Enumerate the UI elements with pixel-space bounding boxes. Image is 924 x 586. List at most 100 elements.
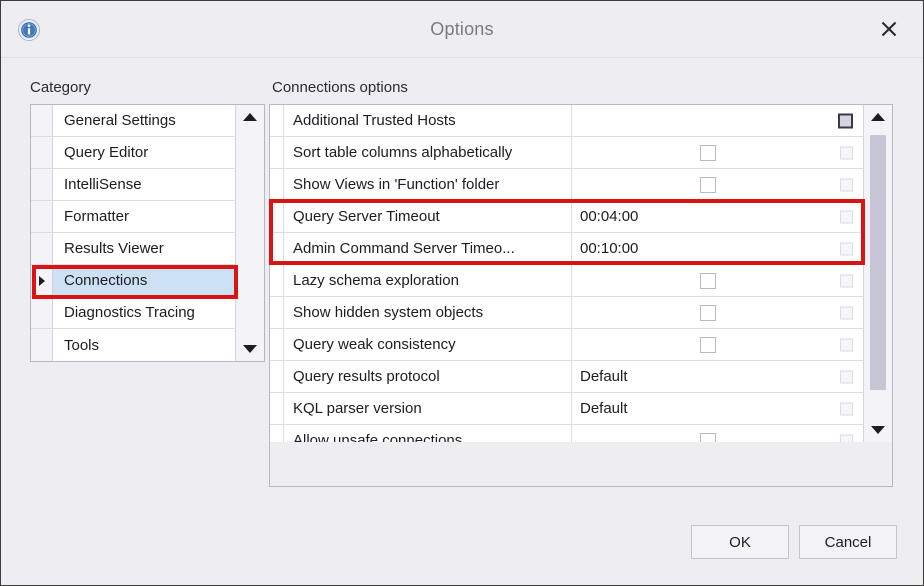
category-item[interactable]: General Settings — [31, 105, 235, 137]
option-name: Additional Trusted Hosts — [284, 105, 572, 136]
category-item-label: Tools — [53, 329, 235, 361]
option-value-text: 00:10:00 — [580, 240, 638, 257]
category-item[interactable]: Diagnostics Tracing — [31, 297, 235, 329]
option-checkbox[interactable] — [700, 305, 716, 321]
scroll-up-arrow[interactable] — [236, 105, 265, 129]
option-row[interactable]: Show Views in 'Function' folder — [270, 169, 863, 201]
option-name: Query Server Timeout — [284, 201, 572, 232]
option-name: Query weak consistency — [284, 329, 572, 360]
scroll-up-arrow[interactable] — [864, 105, 893, 129]
category-item[interactable]: Results Viewer — [31, 233, 235, 265]
option-value-cell[interactable] — [572, 105, 863, 136]
option-name: Show Views in 'Function' folder — [284, 169, 572, 200]
row-gutter — [31, 137, 53, 168]
row-gutter — [31, 329, 53, 361]
options-scroll-track[interactable] — [864, 129, 893, 418]
option-value-cell[interactable]: 00:10:00 — [572, 233, 863, 264]
category-item-label: Diagnostics Tracing — [53, 297, 235, 328]
scroll-down-arrow[interactable] — [864, 418, 893, 442]
row-gutter — [270, 265, 284, 296]
option-value-cell[interactable]: 00:04:00 — [572, 201, 863, 232]
options-scrollbar[interactable] — [863, 105, 892, 442]
option-row[interactable]: Query results protocolDefault — [270, 361, 863, 393]
option-editor-button[interactable] — [840, 274, 853, 287]
category-item[interactable]: Connections — [31, 265, 235, 297]
option-value-cell[interactable] — [572, 297, 863, 328]
row-gutter — [31, 169, 53, 200]
option-row[interactable]: Additional Trusted Hosts — [270, 105, 863, 137]
option-name: Show hidden system objects — [284, 297, 572, 328]
option-checkbox[interactable] — [700, 433, 716, 443]
option-editor-button[interactable] — [840, 370, 853, 383]
option-row[interactable]: Sort table columns alphabetically — [270, 137, 863, 169]
row-gutter — [270, 105, 284, 136]
option-value-text: Default — [580, 368, 628, 385]
row-gutter — [270, 233, 284, 264]
options-panel: Additional Trusted HostsSort table colum… — [269, 104, 893, 487]
close-icon[interactable] — [867, 11, 911, 47]
category-item[interactable]: Formatter — [31, 201, 235, 233]
cancel-button[interactable]: Cancel — [799, 525, 897, 559]
row-gutter — [270, 169, 284, 200]
ok-button[interactable]: OK — [691, 525, 789, 559]
options-list[interactable]: Additional Trusted HostsSort table colum… — [270, 105, 863, 442]
option-row[interactable]: Lazy schema exploration — [270, 265, 863, 297]
option-checkbox[interactable] — [700, 337, 716, 353]
option-row[interactable]: Admin Command Server Timeo... 00:10:00 — [270, 233, 863, 265]
option-editor-button[interactable] — [840, 242, 853, 255]
category-header: Category — [30, 79, 91, 96]
options-viewport: Additional Trusted HostsSort table colum… — [270, 105, 892, 442]
category-item[interactable]: IntelliSense — [31, 169, 235, 201]
row-gutter — [31, 233, 53, 264]
option-checkbox[interactable] — [700, 273, 716, 289]
option-value-cell[interactable] — [572, 137, 863, 168]
category-list[interactable]: General SettingsQuery EditorIntelliSense… — [31, 105, 235, 361]
category-scroll-track[interactable] — [236, 129, 265, 337]
option-value-cell[interactable]: Default — [572, 361, 863, 392]
option-name: Admin Command Server Timeo... — [284, 233, 572, 264]
category-item-label: Formatter — [53, 201, 235, 232]
option-editor-button[interactable] — [840, 178, 853, 191]
category-item[interactable]: Query Editor — [31, 137, 235, 169]
option-value-cell[interactable] — [572, 169, 863, 200]
title-bar: Options — [1, 1, 923, 58]
option-editor-button[interactable] — [838, 113, 853, 128]
option-editor-button[interactable] — [840, 210, 853, 223]
row-gutter — [270, 137, 284, 168]
row-gutter — [270, 329, 284, 360]
options-scroll-thumb[interactable] — [870, 135, 886, 390]
option-editor-button[interactable] — [840, 434, 853, 442]
option-editor-button[interactable] — [840, 306, 853, 319]
option-row[interactable]: Show hidden system objects — [270, 297, 863, 329]
category-panel: General SettingsQuery EditorIntelliSense… — [30, 104, 265, 362]
option-row[interactable]: Allow unsafe connections — [270, 425, 863, 442]
option-value-text: Default — [580, 400, 628, 417]
row-gutter — [31, 105, 53, 136]
category-scrollbar[interactable] — [235, 105, 264, 361]
option-editor-button[interactable] — [840, 338, 853, 351]
row-gutter — [270, 425, 284, 442]
page-title: Options — [1, 1, 923, 57]
option-row[interactable]: Query weak consistency — [270, 329, 863, 361]
category-item[interactable]: Tools — [31, 329, 235, 361]
options-header: Connections options — [272, 79, 408, 96]
option-value-text: 00:04:00 — [580, 208, 638, 225]
options-dialog: Options Category Connections options Gen… — [0, 0, 924, 586]
category-item-label: Results Viewer — [53, 233, 235, 264]
option-checkbox[interactable] — [700, 177, 716, 193]
option-value-cell[interactable]: Default — [572, 393, 863, 424]
row-gutter — [31, 297, 53, 328]
scroll-down-arrow[interactable] — [236, 337, 265, 361]
option-value-cell[interactable] — [572, 265, 863, 296]
option-name: Lazy schema exploration — [284, 265, 572, 296]
option-value-cell[interactable] — [572, 329, 863, 360]
option-value-cell[interactable] — [572, 425, 863, 442]
row-gutter — [31, 201, 53, 232]
category-item-label: Connections — [53, 265, 235, 296]
row-gutter — [270, 393, 284, 424]
option-row[interactable]: Query Server Timeout 00:04:00 — [270, 201, 863, 233]
option-row[interactable]: KQL parser versionDefault — [270, 393, 863, 425]
option-editor-button[interactable] — [840, 402, 853, 415]
option-checkbox[interactable] — [700, 145, 716, 161]
option-editor-button[interactable] — [840, 146, 853, 159]
